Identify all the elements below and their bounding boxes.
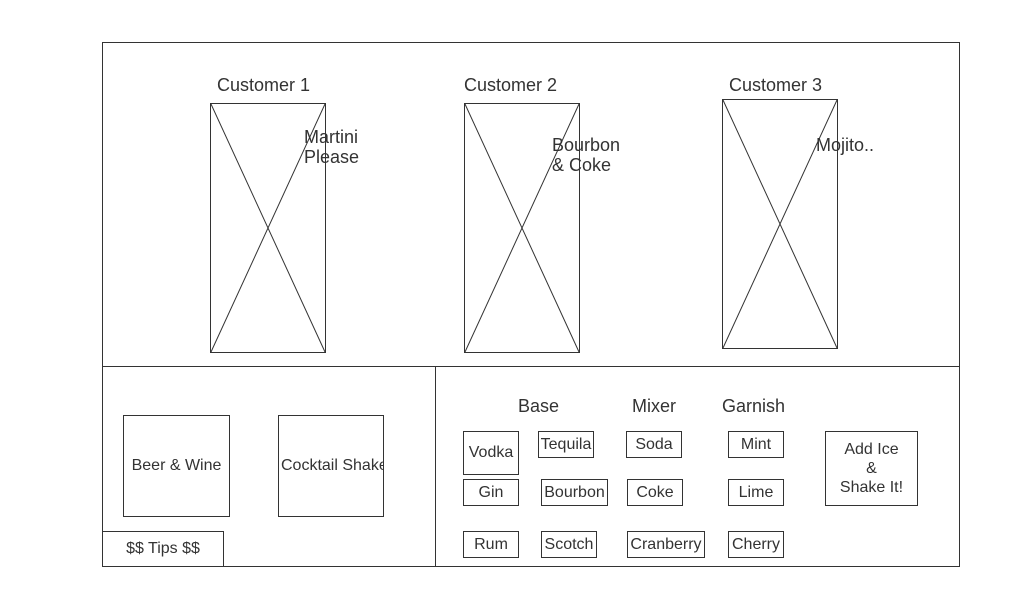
mint-button[interactable]: Mint (728, 431, 784, 458)
tips-button[interactable]: $$ Tips $$ (102, 531, 224, 567)
customer-3-label: Customer 3 (729, 75, 823, 95)
tequila-button[interactable]: Tequila (538, 431, 594, 458)
base-heading: Base (518, 396, 560, 416)
bourbon-button[interactable]: Bourbon (541, 479, 608, 506)
vodka-button[interactable]: Vodka (463, 431, 519, 475)
soda-button[interactable]: Soda (626, 431, 682, 458)
lime-button[interactable]: Lime (728, 479, 784, 506)
cranberry-button[interactable]: Cranberry (627, 531, 705, 558)
rum-button[interactable]: Rum (463, 531, 519, 558)
gin-button[interactable]: Gin (463, 479, 519, 506)
divider-horizontal (102, 366, 960, 367)
cherry-button[interactable]: Cherry (728, 531, 784, 558)
beer-wine-button[interactable]: Beer & Wine (123, 415, 230, 517)
customer-1-order: Martini Please (304, 127, 360, 167)
cocktail-shaker-button[interactable]: Cocktail Shaker (278, 415, 384, 517)
coke-button[interactable]: Coke (627, 479, 683, 506)
garnish-heading: Garnish (722, 396, 786, 416)
customer-2-order: Bourbon & Coke (552, 135, 621, 175)
scotch-button[interactable]: Scotch (541, 531, 597, 558)
customer-2-label: Customer 2 (464, 75, 558, 95)
add-ice-shake-button[interactable]: Add Ice & Shake It! (825, 431, 918, 506)
mixer-heading: Mixer (632, 396, 676, 416)
customer-3-order: Mojito.. (816, 135, 875, 155)
divider-vertical (435, 366, 436, 567)
customer-1-label: Customer 1 (217, 75, 311, 95)
